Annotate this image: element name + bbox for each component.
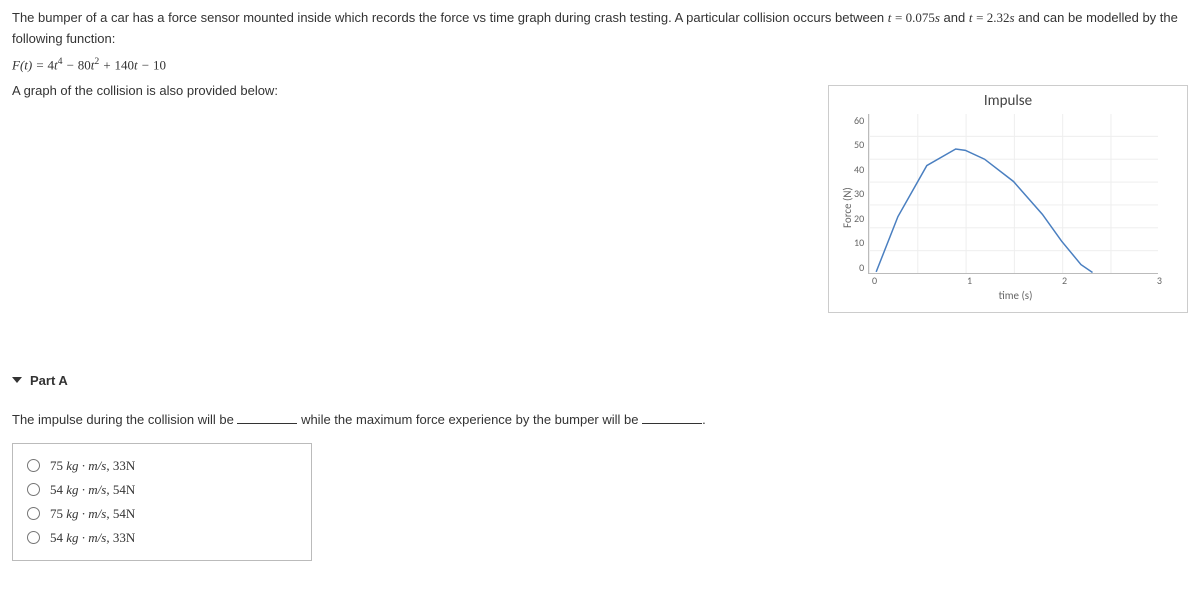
q-mid: while the maximum force experience by th… <box>297 412 642 427</box>
option-1[interactable]: 75 kg · m/s, 33N <box>27 454 297 478</box>
t1: t <box>888 10 892 25</box>
impulse-chart: Impulse Force (N) 60 50 40 30 20 10 0 <box>828 85 1188 313</box>
x-tick: 0 <box>872 274 877 287</box>
x-tick: 2 <box>1062 274 1067 287</box>
y-ticks: 60 50 40 30 20 10 0 <box>854 114 868 274</box>
intro-line1-pre: The bumper of a car has a force sensor m… <box>12 10 888 25</box>
option-2-label: 54 kg · m/s, 54N <box>50 482 135 498</box>
x-tick: 3 <box>1157 274 1162 287</box>
question-sentence: The impulse during the collision will be… <box>12 412 1188 427</box>
x-tick: 1 <box>967 274 972 287</box>
plot-area <box>868 114 1158 274</box>
y-tick: 0 <box>854 261 864 274</box>
q-post: . <box>702 412 706 427</box>
y-tick: 50 <box>854 138 864 151</box>
x-axis-label: time (s) <box>854 289 1177 302</box>
option-2[interactable]: 54 kg · m/s, 54N <box>27 478 297 502</box>
chart-title: Impulse <box>839 92 1177 110</box>
y-tick: 30 <box>854 187 864 200</box>
option-1-label: 75 kg · m/s, 33N <box>50 458 135 474</box>
radio-2[interactable] <box>27 483 40 496</box>
part-a-header[interactable]: Part A <box>12 373 1188 388</box>
radio-4[interactable] <box>27 531 40 544</box>
option-4-label: 54 kg · m/s, 33N <box>50 530 135 546</box>
graph-caption: A graph of the collision is also provide… <box>12 81 808 102</box>
t1-val: = 0.075s <box>895 10 940 25</box>
force-equation: F(t) = 4t4 − 80t2 + 140t − 10 <box>12 56 1188 73</box>
t2: t <box>969 10 973 25</box>
answer-options: 75 kg · m/s, 33N 54 kg · m/s, 54N 75 kg … <box>12 443 312 561</box>
y-axis-label: Force (N) <box>839 114 854 302</box>
q-pre: The impulse during the collision will be <box>12 412 237 427</box>
y-tick: 60 <box>854 114 864 127</box>
option-4[interactable]: 54 kg · m/s, 33N <box>27 526 297 550</box>
radio-1[interactable] <box>27 459 40 472</box>
intro-paragraph: The bumper of a car has a force sensor m… <box>12 8 1188 50</box>
blank-1 <box>237 423 297 424</box>
y-tick: 40 <box>854 163 864 176</box>
curve-svg <box>869 114 1158 273</box>
chevron-down-icon <box>12 377 22 383</box>
option-3-label: 75 kg · m/s, 54N <box>50 506 135 522</box>
radio-3[interactable] <box>27 507 40 520</box>
option-3[interactable]: 75 kg · m/s, 54N <box>27 502 297 526</box>
part-label: Part A <box>30 373 68 388</box>
t2-val: = 2.32s <box>976 10 1014 25</box>
y-tick: 20 <box>854 212 864 225</box>
y-tick: 10 <box>854 236 864 249</box>
blank-2 <box>642 423 702 424</box>
intro-and: and <box>940 10 969 25</box>
x-ticks: 0 1 2 3 <box>872 274 1162 287</box>
